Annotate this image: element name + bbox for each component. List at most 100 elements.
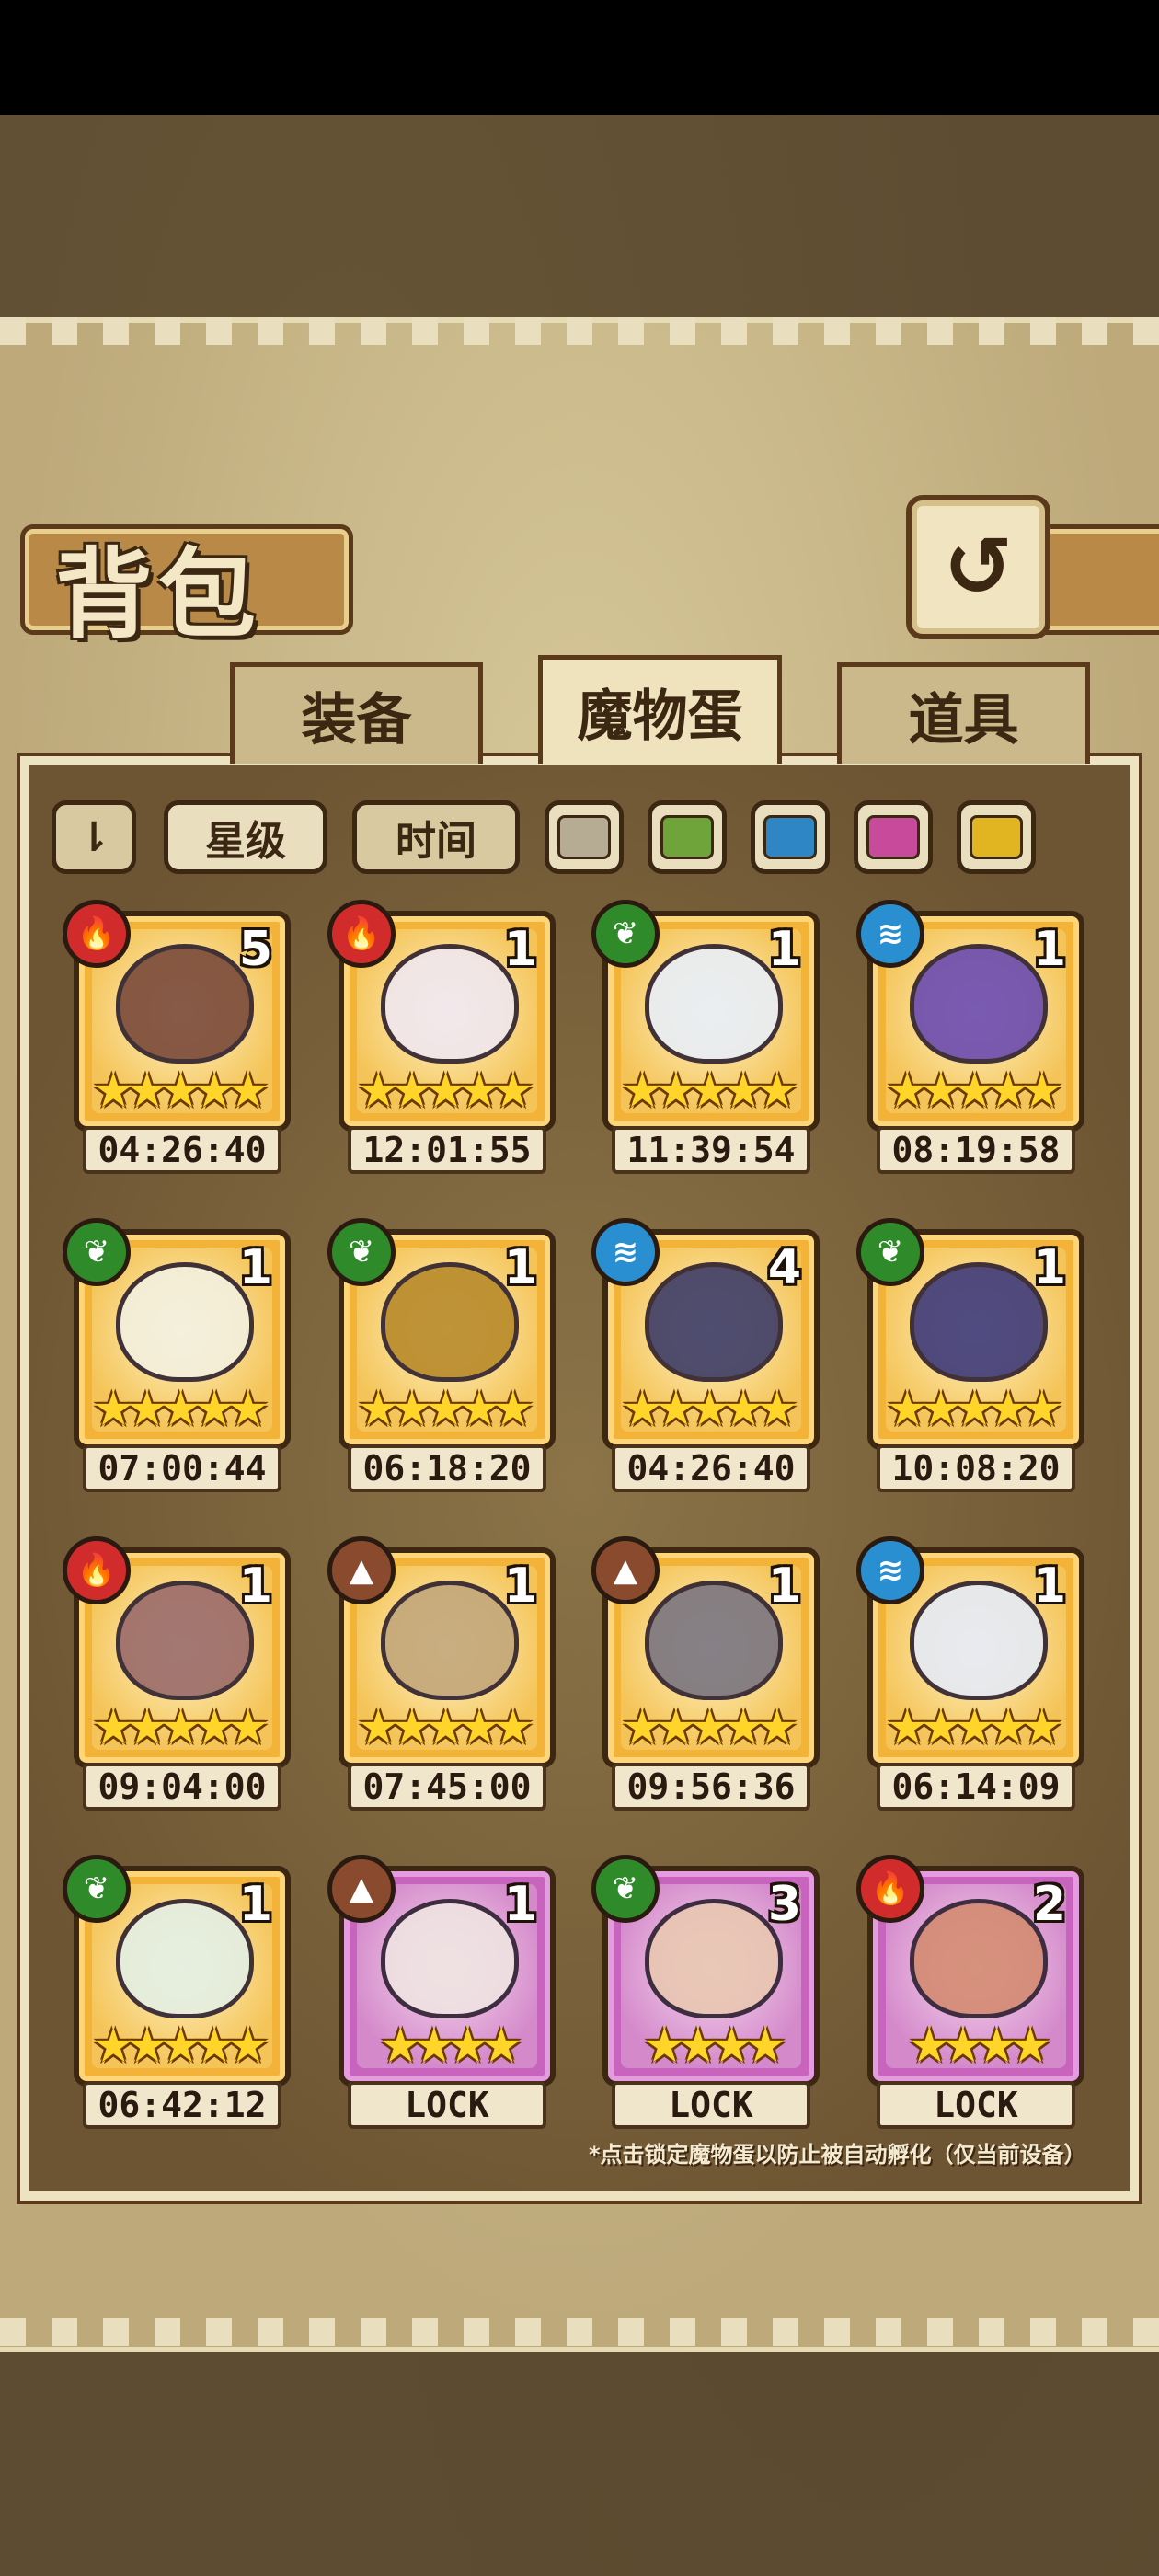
egg-count: 1	[1032, 1240, 1066, 1295]
tab-items[interactable]: 道具	[837, 662, 1090, 764]
fire-element-icon: 🔥	[63, 900, 131, 968]
egg-art	[645, 944, 783, 1064]
lock-label: LOCK	[877, 2081, 1075, 2129]
egg-art	[116, 944, 254, 1064]
star-rating: ★★★★★	[357, 1382, 534, 1437]
egg-count: 1	[503, 922, 537, 977]
color-filter-yellow[interactable]	[957, 800, 1036, 874]
hatch-timer: 04:26:40	[83, 1126, 281, 1174]
earth-element-icon: ▲	[327, 1536, 396, 1604]
lock-label: LOCK	[612, 2081, 810, 2129]
leaf-element-icon: ❦	[856, 1218, 924, 1286]
leaf-element-icon: ❦	[591, 900, 660, 968]
tab-label: 道具	[908, 688, 1019, 753]
color-filter-pink[interactable]	[854, 800, 933, 874]
sort-by-star-button[interactable]: 星级	[164, 800, 327, 874]
back-arrow-icon: ↺	[943, 519, 1014, 615]
tab-label: 装备	[301, 688, 412, 753]
hatch-timer: 12:01:55	[348, 1126, 546, 1174]
egg-art	[910, 1581, 1048, 1700]
lock-hint-text: *点击锁定魔物蛋以防止被自动孵化（仅当前设备）	[589, 2142, 1086, 2168]
egg-art	[910, 1899, 1048, 2018]
star-rating: ★★★★	[908, 2018, 1052, 2074]
fire-element-icon: 🔥	[63, 1536, 131, 1604]
egg-count: 1	[238, 1558, 272, 1614]
star-rating: ★★★★★	[621, 1382, 798, 1437]
page-title: 背包	[55, 538, 261, 651]
fire-element-icon: 🔥	[856, 1855, 924, 1923]
water-element-icon: ≋	[591, 1218, 660, 1286]
egg-count: 1	[767, 1558, 801, 1614]
sort-order-button[interactable]: ⇂	[52, 800, 136, 874]
star-rating: ★★★★★	[886, 1382, 1063, 1437]
egg-art	[381, 944, 519, 1064]
back-button-plate	[1035, 524, 1159, 635]
star-rating: ★★★★★	[357, 1700, 534, 1755]
sort-by-time-label: 时间	[396, 818, 476, 865]
egg-art	[116, 1262, 254, 1382]
egg-art	[381, 1262, 519, 1382]
egg-art	[116, 1899, 254, 2018]
color-filter-green[interactable]	[648, 800, 727, 874]
egg-count: 1	[1032, 1558, 1066, 1614]
star-rating: ★★★★★	[92, 1700, 270, 1755]
egg-art	[645, 1899, 783, 2018]
panel-edge-top	[0, 317, 1159, 345]
egg-count: 1	[503, 1558, 537, 1614]
fire-element-icon: 🔥	[327, 900, 396, 968]
egg-count: 1	[767, 922, 801, 977]
star-rating: ★★★★★	[886, 1700, 1063, 1755]
earth-element-icon: ▲	[327, 1855, 396, 1923]
color-swatch	[557, 815, 611, 859]
egg-count: 3	[767, 1877, 801, 1932]
egg-art	[116, 1581, 254, 1700]
egg-count: 1	[238, 1240, 272, 1295]
egg-count: 1	[503, 1877, 537, 1932]
egg-count: 2	[1032, 1877, 1066, 1932]
star-rating: ★★★★	[379, 2018, 523, 2074]
star-rating: ★★★★★	[621, 1700, 798, 1755]
egg-count: 4	[767, 1240, 801, 1295]
water-element-icon: ≋	[856, 1536, 924, 1604]
color-filter-blue[interactable]	[751, 800, 830, 874]
star-rating: ★★★★★	[92, 1064, 270, 1119]
hatch-timer: 04:26:40	[612, 1444, 810, 1492]
color-swatch	[763, 815, 817, 859]
color-filter-gray[interactable]	[545, 800, 624, 874]
star-rating: ★★★★	[643, 2018, 787, 2074]
back-button[interactable]: ↺	[906, 495, 1050, 639]
hatch-timer: 06:14:09	[877, 1763, 1075, 1811]
egg-count: 1	[503, 1240, 537, 1295]
water-element-icon: ≋	[856, 900, 924, 968]
sort-order-icon: ⇂	[76, 813, 111, 861]
tab-label: 魔物蛋	[577, 684, 743, 749]
hatch-timer: 09:04:00	[83, 1763, 281, 1811]
leaf-element-icon: ❦	[327, 1218, 396, 1286]
hatch-timer: 07:00:44	[83, 1444, 281, 1492]
egg-art	[910, 1262, 1048, 1382]
egg-art	[645, 1262, 783, 1382]
color-swatch	[970, 815, 1023, 859]
leaf-element-icon: ❦	[63, 1855, 131, 1923]
hatch-timer: 08:19:58	[877, 1126, 1075, 1174]
hatch-timer: 07:45:00	[348, 1763, 546, 1811]
sort-by-time-button[interactable]: 时间	[352, 800, 520, 874]
hatch-timer: 11:39:54	[612, 1126, 810, 1174]
leaf-element-icon: ❦	[63, 1218, 131, 1286]
status-bar	[0, 0, 1159, 115]
star-rating: ★★★★★	[357, 1064, 534, 1119]
star-rating: ★★★★★	[92, 2018, 270, 2074]
egg-count: 1	[238, 1877, 272, 1932]
tab-monster-eggs[interactable]: 魔物蛋	[538, 655, 782, 764]
hatch-timer: 10:08:20	[877, 1444, 1075, 1492]
star-rating: ★★★★★	[621, 1064, 798, 1119]
hatch-timer: 06:18:20	[348, 1444, 546, 1492]
tab-equipment[interactable]: 装备	[230, 662, 483, 764]
hatch-timer: 09:56:36	[612, 1763, 810, 1811]
egg-count: 1	[1032, 922, 1066, 977]
sort-by-star-label: 星级	[205, 818, 286, 865]
leaf-element-icon: ❦	[591, 1855, 660, 1923]
star-rating: ★★★★★	[886, 1064, 1063, 1119]
egg-art	[381, 1899, 519, 2018]
lock-label: LOCK	[348, 2081, 546, 2129]
